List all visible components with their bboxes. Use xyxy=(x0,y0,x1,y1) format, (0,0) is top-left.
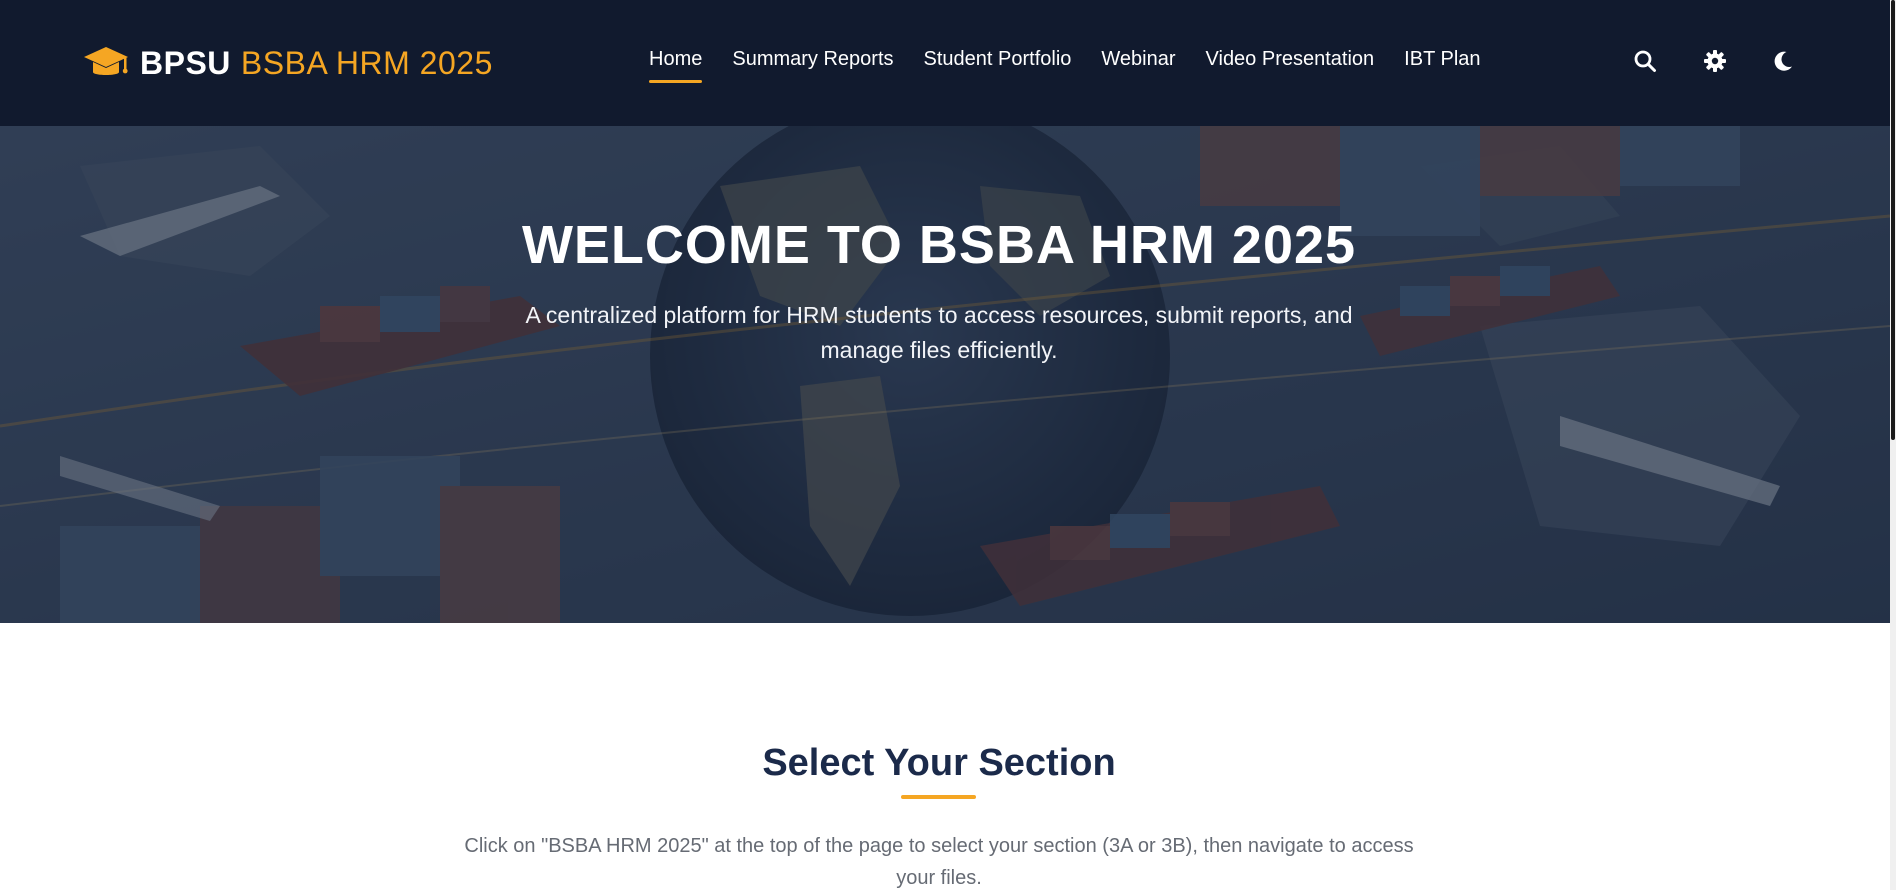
section-heading: Select Your Section xyxy=(762,742,1116,784)
dark-mode-toggle[interactable] xyxy=(1766,44,1800,78)
nav-student-portfolio[interactable]: Student Portfolio xyxy=(924,48,1072,71)
hero-banner: WELCOME TO BSBA HRM 2025 A centralized p… xyxy=(0,126,1890,623)
brand-name: BPSU xyxy=(140,44,231,81)
top-navbar: BPSU BSBA HRM 2025 Home Summary Reports … xyxy=(0,0,1890,126)
nav-actions xyxy=(1628,44,1800,78)
section-description: Click on "BSBA HRM 2025" at the top of t… xyxy=(464,835,1414,889)
scrollbar-thumb[interactable] xyxy=(1891,0,1895,440)
page-scrollbar[interactable] xyxy=(1890,0,1896,890)
main-nav: Home Summary Reports Student Portfolio W… xyxy=(649,48,1511,83)
heading-underline xyxy=(901,795,976,799)
hero-overlay xyxy=(0,126,1890,623)
brand-logo-link[interactable]: BPSU BSBA HRM 2025 xyxy=(82,40,493,86)
nav-home[interactable]: Home xyxy=(649,48,703,83)
hero-title: WELCOME TO BSBA HRM 2025 xyxy=(521,215,1357,275)
brand-program: BSBA HRM 2025 xyxy=(240,44,493,81)
moon-icon xyxy=(1774,51,1792,71)
gear-icon xyxy=(1704,50,1726,72)
page: BPSU BSBA HRM 2025 Home Summary Reports … xyxy=(0,0,1896,890)
hero-subtitle: A centralized platform for HRM students … xyxy=(525,302,1353,363)
nav-summary-reports[interactable]: Summary Reports xyxy=(732,48,893,71)
search-icon xyxy=(1634,50,1656,72)
nav-ibt-plan[interactable]: IBT Plan xyxy=(1404,48,1480,71)
settings-button[interactable] xyxy=(1698,44,1732,78)
graduation-cap-icon xyxy=(84,47,128,75)
search-button[interactable] xyxy=(1628,44,1662,78)
nav-video-presentation[interactable]: Video Presentation xyxy=(1206,48,1375,71)
nav-webinar[interactable]: Webinar xyxy=(1101,48,1175,71)
